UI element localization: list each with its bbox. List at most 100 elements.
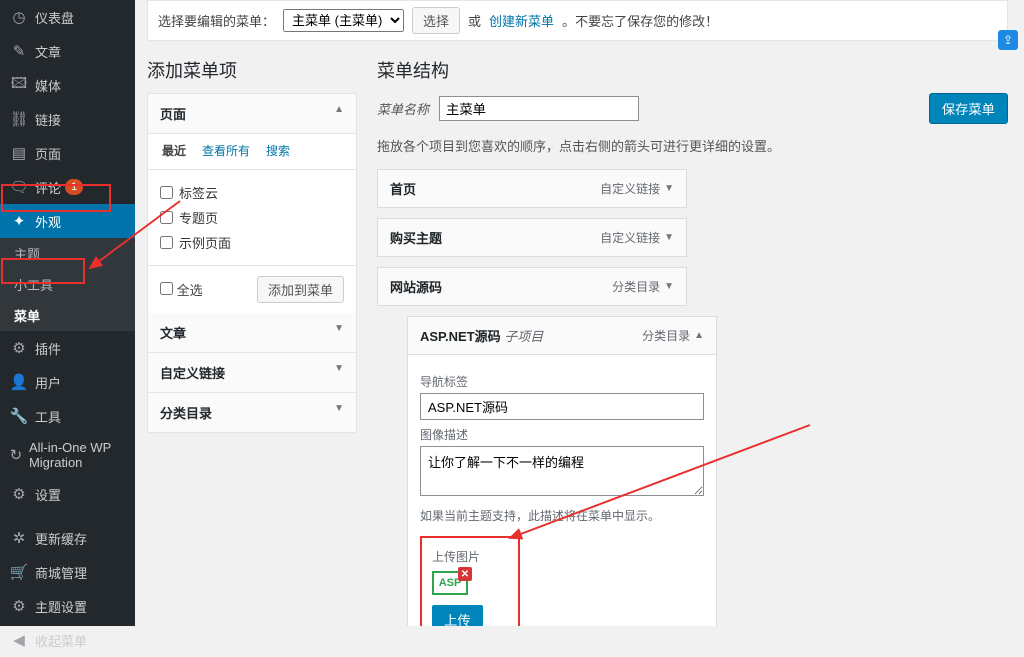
topbar-tail: 。不要忘了保存您的修改！ xyxy=(562,11,718,30)
add-to-menu-button[interactable]: 添加到菜单 xyxy=(257,276,344,303)
menu-item-bar[interactable]: 网站源码分类目录▼ xyxy=(377,267,687,306)
page-checkbox[interactable] xyxy=(160,211,173,224)
cache-icon: ✲ xyxy=(9,528,29,548)
menu-select[interactable]: 主菜单 (主菜单) xyxy=(283,9,404,32)
page-checkbox[interactable] xyxy=(160,186,173,199)
nav-label-label: 导航标签 xyxy=(420,373,704,390)
menu-name-label: 菜单名称 xyxy=(377,99,429,118)
chevron-down-icon: ▼ xyxy=(334,323,344,342)
tab-recent[interactable]: 最近 xyxy=(154,134,194,169)
sidebar-item-label: 更新缓存 xyxy=(35,529,87,548)
sidebar-item-cache[interactable]: ✲ 更新缓存 xyxy=(0,521,135,555)
acc-pages-head[interactable]: 页面▲ xyxy=(148,94,356,134)
sidebar-item-theme-settings[interactable]: ⚙ 主题设置 xyxy=(0,589,135,623)
sidebar-item-links[interactable]: ⛓ 链接 xyxy=(0,102,135,136)
sidebar-submenu: 主题 小工具 菜单 xyxy=(0,238,135,331)
thumbnail[interactable]: ASP ✕ xyxy=(432,571,468,595)
menu-items-list: 首页自定义链接▼ 购买主题自定义链接▼ 网站源码分类目录▼ ASP.NET源码 … xyxy=(377,169,1008,626)
sidebar-item-label: 页面 xyxy=(35,144,61,163)
comments-badge: 1 xyxy=(65,179,83,195)
acc-posts-head[interactable]: 文章▼ xyxy=(148,313,356,353)
sidebar-item-posts[interactable]: ✎ 文章 xyxy=(0,34,135,68)
pages-checklist: 标签云 专题页 示例页面 xyxy=(148,170,356,265)
chevron-down-icon: ▼ xyxy=(664,281,674,292)
comments-icon: 🗨 xyxy=(9,177,29,197)
page-option[interactable]: 标签云 xyxy=(160,180,344,205)
plugins-icon: ⚙ xyxy=(9,338,29,358)
sidebar-item-label: All-in-One WP Migration xyxy=(29,440,126,470)
select-menu-button[interactable]: 选择 xyxy=(412,7,460,34)
links-icon: ⛓ xyxy=(9,109,29,129)
sidebar-sub-menus[interactable]: 菜单 xyxy=(0,300,135,331)
page-checkbox[interactable] xyxy=(160,236,173,249)
sidebar-item-label: 工具 xyxy=(35,407,61,426)
create-menu-link[interactable]: 创建新菜单 xyxy=(489,11,554,30)
acc-custom-head[interactable]: 自定义链接▼ xyxy=(148,353,356,393)
sidebar-item-comments[interactable]: 🗨 评论1 xyxy=(0,170,135,204)
chevron-down-icon: ▼ xyxy=(664,232,674,243)
chevron-down-icon: ▼ xyxy=(334,403,344,422)
nav-label-input[interactable] xyxy=(420,393,704,420)
sidebar-item-label: 链接 xyxy=(35,110,61,129)
sidebar-item-label: 文章 xyxy=(35,42,61,61)
users-icon: 👤 xyxy=(9,372,29,392)
chevron-up-icon: ▲ xyxy=(694,330,704,341)
remove-thumb-icon[interactable]: ✕ xyxy=(458,567,472,581)
tab-search[interactable]: 搜索 xyxy=(258,134,298,169)
settings-icon: ⚙ xyxy=(9,484,29,504)
page-option[interactable]: 示例页面 xyxy=(160,230,344,255)
collapse-icon: ◀ xyxy=(9,630,29,650)
sidebar-item-pages[interactable]: ▤页面 xyxy=(0,136,135,170)
acc-pages-body: 最近 查看所有 搜索 标签云 专题页 示例页面 全选 添加到菜单 xyxy=(148,134,356,313)
desc-textarea[interactable]: 让你了解一下不一样的编程 xyxy=(420,446,704,496)
migration-icon: ↻ xyxy=(9,445,23,465)
menu-item-bar[interactable]: 首页自定义链接▼ xyxy=(377,169,687,208)
sidebar-item-migration[interactable]: ↻ All-in-One WP Migration xyxy=(0,433,135,477)
sidebar-item-label: 评论 xyxy=(35,178,61,197)
sidebar-item-label: 仪表盘 xyxy=(35,8,74,27)
acc-cats-head[interactable]: 分类目录▼ xyxy=(148,393,356,432)
menu-item-bar-child[interactable]: ASP.NET源码 子项目分类目录▲ xyxy=(407,316,717,355)
dashboard-icon: ◷ xyxy=(9,7,29,27)
chevron-down-icon: ▼ xyxy=(334,363,344,382)
pages-tabs: 最近 查看所有 搜索 xyxy=(148,134,356,170)
page-option[interactable]: 专题页 xyxy=(160,205,344,230)
add-items-accordion: 页面▲ 最近 查看所有 搜索 标签云 专题页 示例页面 xyxy=(147,93,357,433)
sidebar-item-collapse[interactable]: ◀收起菜单 xyxy=(0,623,135,657)
sidebar-item-appearance[interactable]: ✦外观 xyxy=(0,204,135,238)
sidebar-item-label: 媒体 xyxy=(35,76,61,95)
main-content: 选择要编辑的菜单： 主菜单 (主菜单) 选择 或 创建新菜单。不要忘了保存您的修… xyxy=(135,0,1024,626)
theme-settings-icon: ⚙ xyxy=(9,596,29,616)
menu-structure-heading: 菜单结构 xyxy=(377,57,1008,83)
sidebar-item-settings[interactable]: ⚙ 设置 xyxy=(0,477,135,511)
posts-icon: ✎ xyxy=(9,41,29,61)
sidebar-item-tools[interactable]: 🔧 工具 xyxy=(0,399,135,433)
sidebar-item-plugins[interactable]: ⚙ 插件 xyxy=(0,331,135,365)
menu-name-input[interactable] xyxy=(439,96,639,121)
sidebar-item-media[interactable]: 🖾 媒体 xyxy=(0,68,135,102)
sidebar-item-label: 插件 xyxy=(35,339,61,358)
chevron-up-icon: ▲ xyxy=(334,104,344,123)
or-text: 或 xyxy=(468,11,481,30)
sidebar-item-label: 主题设置 xyxy=(35,597,87,616)
desc-note: 如果当前主题支持，此描述将在菜单中显示。 xyxy=(420,507,704,524)
sidebar-item-label: 设置 xyxy=(35,485,61,504)
menu-item-bar[interactable]: 购买主题自定义链接▼ xyxy=(377,218,687,257)
admin-sidebar: ◷仪表盘 ✎文章 🖾媒体 ⛓链接 ▤页面 🗨评论1 ✦外观 主题 小工具 菜单 … xyxy=(0,0,135,626)
save-menu-button[interactable]: 保存菜单 xyxy=(929,93,1008,124)
sidebar-item-label: 用户 xyxy=(35,373,61,392)
select-all[interactable]: 全选 xyxy=(160,280,203,299)
floating-share-icon[interactable]: ⇪ xyxy=(998,30,1018,50)
select-all-checkbox[interactable] xyxy=(160,282,173,295)
sidebar-sub-themes[interactable]: 主题 xyxy=(0,238,135,269)
sidebar-sub-widgets[interactable]: 小工具 xyxy=(0,269,135,300)
menu-item-detail: 导航标签 图像描述 让你了解一下不一样的编程 如果当前主题支持，此描述将在菜单中… xyxy=(407,355,717,626)
sidebar-item-shop[interactable]: 🛒商城管理 xyxy=(0,555,135,589)
sidebar-item-dashboard[interactable]: ◷ 仪表盘 xyxy=(0,0,135,34)
tools-icon: 🔧 xyxy=(9,406,29,426)
tab-all[interactable]: 查看所有 xyxy=(194,134,258,169)
media-icon: 🖾 xyxy=(9,75,29,95)
desc-label: 图像描述 xyxy=(420,426,704,443)
upload-button[interactable]: 上传 xyxy=(432,605,483,626)
sidebar-item-users[interactable]: 👤 用户 xyxy=(0,365,135,399)
